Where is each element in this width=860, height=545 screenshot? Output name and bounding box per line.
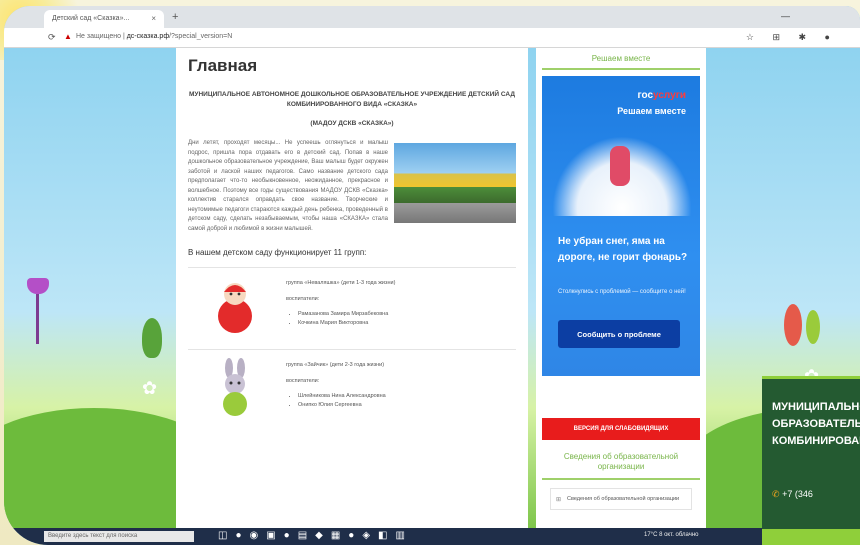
teachers-list: Рамазанова Замира Мирзабековна Кочкина М… <box>298 310 388 328</box>
org-title: МУНИЦИПАЛЬНОЕ АВТОНОМНОЕ ДОШКОЛЬНОЕ ОБРА… <box>189 91 515 108</box>
logo-part-gos: гос <box>637 90 654 101</box>
org-info-link-label: Сведения об образовательной организации <box>567 496 680 502</box>
group-card: группа «Зайчик» (дети 2-3 года жизни) во… <box>188 349 516 421</box>
overlay-phone[interactable]: ✆ +7 (346 <box>772 489 813 500</box>
teachers-list: Шлейникова Нина Александровна Онипко Юли… <box>298 392 386 410</box>
tab-title: Детский сад «Сказка»... <box>52 15 130 22</box>
phone-icon: ✆ <box>772 489 780 499</box>
intro-section: Дни летят, проходят месяцы... Не успеешь… <box>188 139 516 234</box>
teachers-label: воспитатели: <box>286 378 320 384</box>
intro-text: Дни летят, проходят месяцы... Не успеешь… <box>188 140 388 232</box>
toolbar-icons[interactable]: ☆ ⊞ ✱ ● <box>746 32 838 43</box>
weather-status: 17°С 8 окт. облачно <box>644 532 699 538</box>
grid-icon: ⊞ <box>556 497 562 503</box>
snow-scene-illustration <box>552 136 692 216</box>
phone-number: +7 (346 <box>782 489 813 499</box>
taskbar-search-input[interactable]: Введите здесь текст для поиска <box>44 531 194 542</box>
tab-close-icon[interactable]: × <box>151 14 156 23</box>
report-problem-button[interactable]: Сообщить о проблеме <box>558 320 680 348</box>
teacher-name: Кочкина Мария Викторовна <box>298 319 388 328</box>
web-page: ✿ ✿ Главная МУНИЦИПАЛЬНОЕ АВТОНОМНОЕ ДОШ… <box>4 48 860 528</box>
tree-decoration <box>784 304 802 346</box>
low-vision-version-button[interactable]: ВЕРСИЯ ДЛЯ СЛАБОВИДЯЩИХ <box>542 418 700 440</box>
browser-tab-bar: Детский сад «Сказка»... × + — <box>4 6 860 28</box>
org-info-heading: Сведения об образовательной организации <box>542 452 700 480</box>
org-short-name: (МАДОУ ДСКВ «СКАЗКА») <box>310 120 394 127</box>
tree-decoration <box>806 310 820 344</box>
url-text[interactable]: Не защищено | дс-сказка.рф/?special_vers… <box>76 33 232 40</box>
org-info-link[interactable]: ⊞ Сведения об образовательной организаци… <box>550 488 692 510</box>
page-title: Главная <box>188 56 258 75</box>
monitor-screen: Детский сад «Сказка»... × + — ⟳ ▲ Не защ… <box>4 6 860 545</box>
banner-subtext: Столкнулись с проблемой — сообщите о ней… <box>558 289 686 295</box>
teacher-name: Онипко Юлия Сергеевна <box>298 401 386 410</box>
tree-decoration <box>142 318 162 358</box>
logo-part-uslugi: услуги <box>653 90 686 101</box>
main-content: Главная МУНИЦИПАЛЬНОЕ АВТОНОМНОЕ ДОШКОЛЬ… <box>176 48 528 528</box>
url-path: /?special_version=N <box>169 33 233 40</box>
overlay-card: МУНИЦИПАЛЬНОЕ ОБРАЗОВАТЕЛЬНОЕ КОМБИНИРОВ… <box>762 376 860 545</box>
group-name: группа «Неваляшка» (дети 1-3 года жизни) <box>286 280 396 286</box>
teacher-name: Рамазанова Замира Мирзабековна <box>298 310 388 319</box>
url-domain: дс-сказка.рф <box>126 33 170 40</box>
group-name: группа «Зайчик» (дети 2-3 года жизни) <box>286 362 385 368</box>
reload-icon[interactable]: ⟳ <box>48 32 56 43</box>
warning-icon: ▲ <box>64 32 72 41</box>
gosuslugi-banner[interactable]: госуслуги Решаем вместе Не убран снег, я… <box>542 76 700 376</box>
overlay-accent-bar <box>762 529 860 545</box>
windows-taskbar: Введите здесь текст для поиска ◫●◉▣●▤◆▦●… <box>4 528 860 545</box>
address-bar[interactable]: ⟳ ▲ Не защищено | дс-сказка.рф/?special_… <box>4 28 860 48</box>
tumbler-toy-icon <box>218 283 252 333</box>
overlay-title: МУНИЦИПАЛЬНОЕ ОБРАЗОВАТЕЛЬНОЕ КОМБИНИРОВ… <box>772 401 860 447</box>
group-card: группа «Неваляшка» (дети 1-3 года жизни)… <box>188 267 516 339</box>
window-controls[interactable]: — <box>781 11 790 21</box>
kindergarten-photo <box>394 143 516 223</box>
security-warning: Не защищено <box>76 33 121 40</box>
together-heading: Решаем вместе <box>542 48 700 70</box>
gosuslugi-slogan: Решаем вместе <box>617 106 686 116</box>
gosuslugi-logo: госуслуги <box>637 90 686 101</box>
bunny-toy-icon <box>223 358 247 416</box>
taskbar-app-icons[interactable]: ◫●◉▣●▤◆▦●◈◧▥ <box>218 530 413 541</box>
flower-icon: ✿ <box>142 378 158 398</box>
new-tab-icon[interactable]: + <box>172 11 178 23</box>
right-sidebar: Решаем вместе госуслуги Решаем вместе Не… <box>536 48 706 528</box>
browser-tab[interactable]: Детский сад «Сказка»... × <box>44 10 164 28</box>
teacher-name: Шлейникова Нина Александровна <box>298 392 386 401</box>
teachers-label: воспитатели: <box>286 296 320 302</box>
lamp-decoration <box>27 278 49 348</box>
banner-headline: Не убран снег, яма на дороге, не горит ф… <box>558 236 688 263</box>
groups-heading: В нашем детском саду функционирует 11 гр… <box>188 248 367 257</box>
